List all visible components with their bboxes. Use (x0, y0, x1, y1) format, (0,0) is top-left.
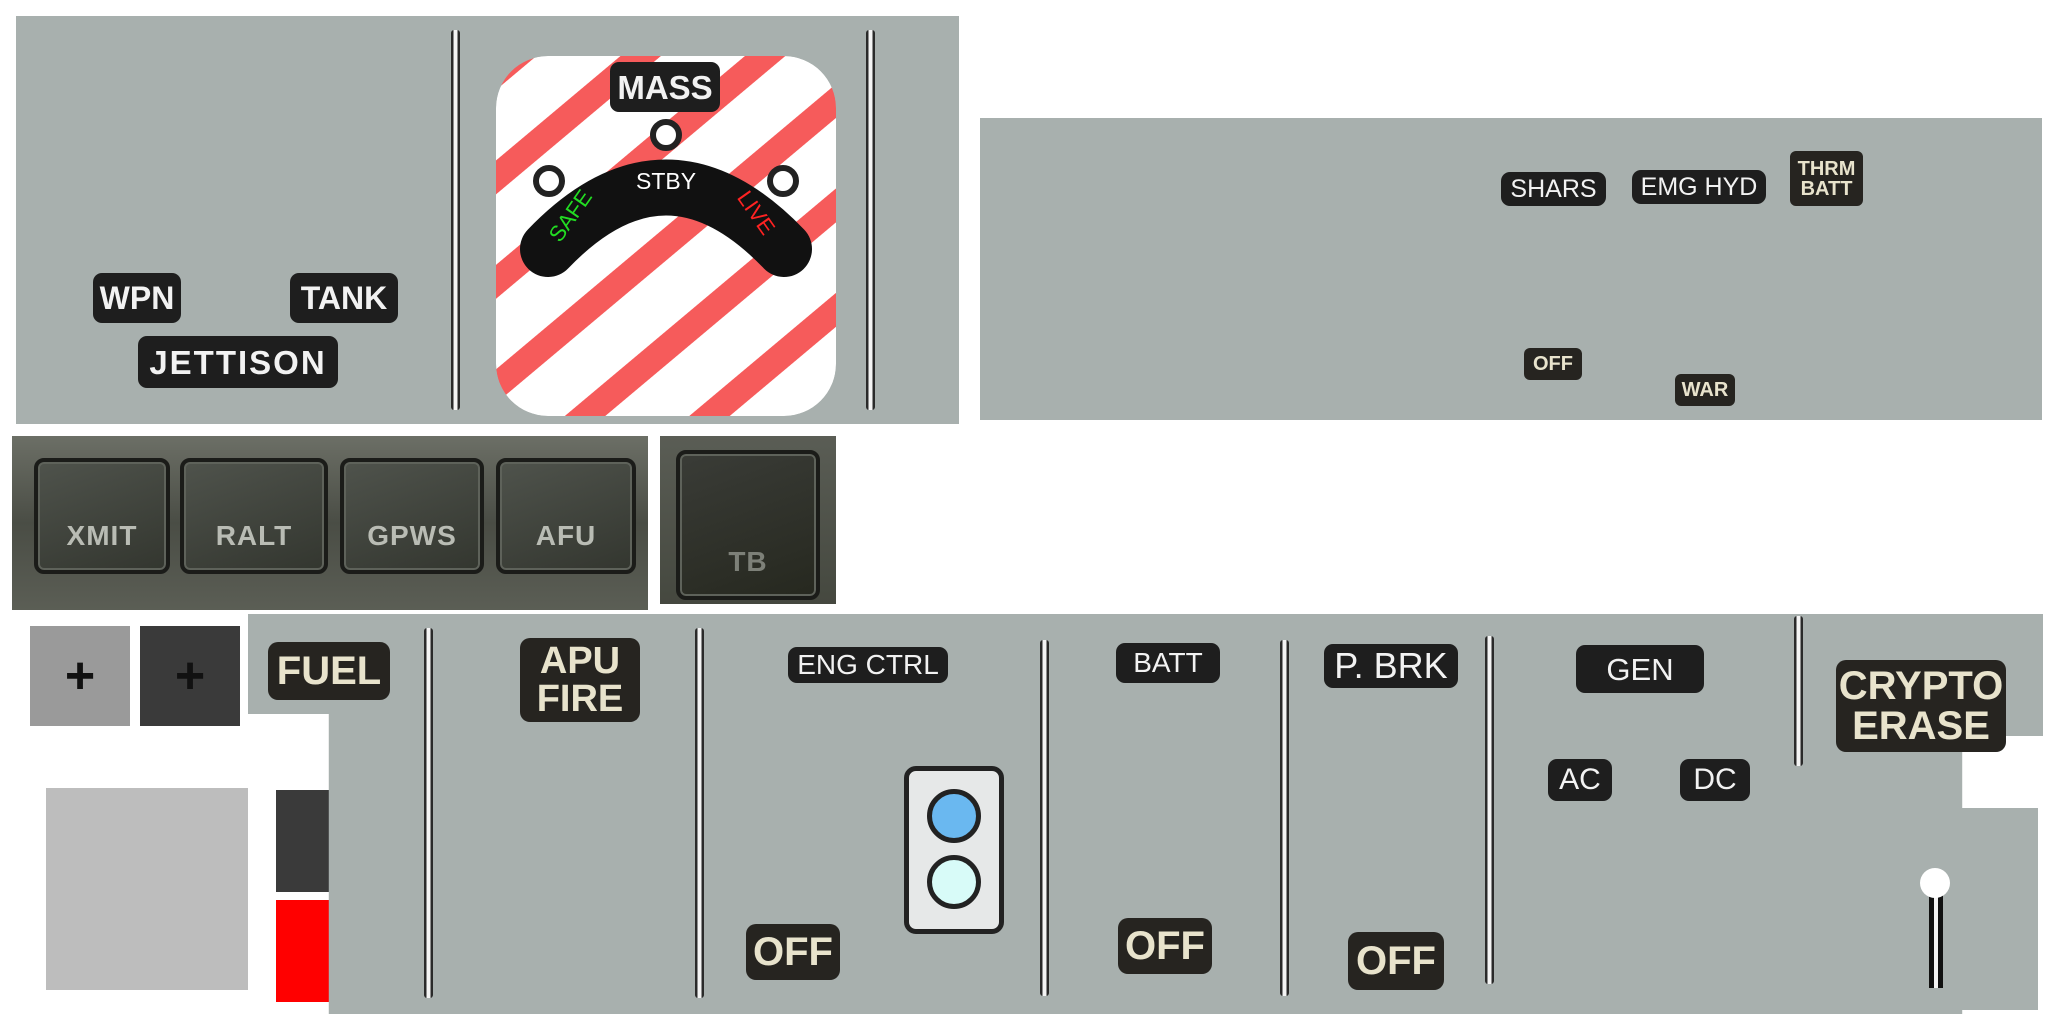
afu-button[interactable]: AFU (496, 458, 636, 574)
toggle-knob-icon[interactable] (1920, 868, 1950, 898)
plus-light-swatch: + (30, 626, 130, 726)
grey-swatch (46, 788, 248, 990)
ralt-button[interactable]: RALT (180, 458, 328, 574)
jettison-label: JETTISON (138, 336, 338, 388)
batt-label: BATT (1116, 643, 1220, 683)
off-label: OFF (1524, 348, 1582, 380)
thrm-text: THRM (1797, 157, 1856, 180)
tank-label: TANK (290, 273, 398, 323)
master-arm-plate: MASS STBY SAFE LIVE (496, 56, 836, 416)
gpws-label: GPWS (367, 520, 457, 551)
tb-label: TB (728, 546, 768, 577)
mass-label: MASS (610, 62, 720, 112)
thrm-batt-label: THRM BATT (1790, 151, 1863, 206)
stby-label: STBY (636, 168, 697, 194)
ralt-label: RALT (215, 520, 293, 551)
off-batt-label: OFF (1118, 918, 1212, 974)
fuel-label: FUEL (268, 642, 390, 700)
panel-divider (1794, 616, 1803, 766)
off-brk-label: OFF (1348, 932, 1444, 990)
wpn-label: WPN (93, 273, 181, 323)
panel-divider (451, 30, 460, 410)
panel-divider (1040, 640, 1049, 996)
gen-label: GEN (1576, 645, 1704, 693)
plus-dark-swatch: + (140, 626, 240, 726)
plus-icon: + (64, 647, 96, 705)
panel-divider (1485, 636, 1494, 984)
plus-icon: + (174, 647, 206, 705)
erase-text: ERASE (1852, 704, 1990, 748)
off-eng-label: OFF (746, 924, 840, 980)
fire-text: FIRE (536, 678, 624, 720)
ac-label: AC (1548, 759, 1612, 801)
crypto-erase-label: CRYPTO ERASE (1836, 660, 2006, 752)
apu-fire-label: APU FIRE (520, 638, 640, 722)
emergency-panel (980, 118, 2042, 420)
afu-label: AFU (535, 520, 597, 551)
xmit-button[interactable]: XMIT (34, 458, 170, 574)
shars-label: SHARS (1501, 172, 1606, 206)
war-label: WAR (1675, 374, 1735, 406)
eng-ctrl-label: ENG CTRL (788, 647, 948, 683)
xmit-label: XMIT (66, 520, 138, 551)
crypto-text: CRYPTO (1838, 664, 2004, 708)
panel-divider (695, 628, 704, 998)
batt-text: BATT (1800, 177, 1853, 200)
tb-button[interactable]: TB (676, 450, 820, 600)
gpws-button[interactable]: GPWS (340, 458, 484, 574)
indicator-lamp-housing (904, 766, 1004, 934)
p-brk-label: P. BRK (1324, 644, 1458, 688)
emg-hyd-label: EMG HYD (1632, 170, 1766, 204)
panel-divider (424, 628, 433, 998)
cyan-lamp-icon (927, 855, 981, 909)
panel-divider (866, 30, 875, 410)
blue-lamp-icon (927, 789, 981, 843)
apu-text: APU (539, 640, 621, 682)
dc-label: DC (1680, 759, 1750, 801)
panel-divider (1280, 640, 1289, 996)
